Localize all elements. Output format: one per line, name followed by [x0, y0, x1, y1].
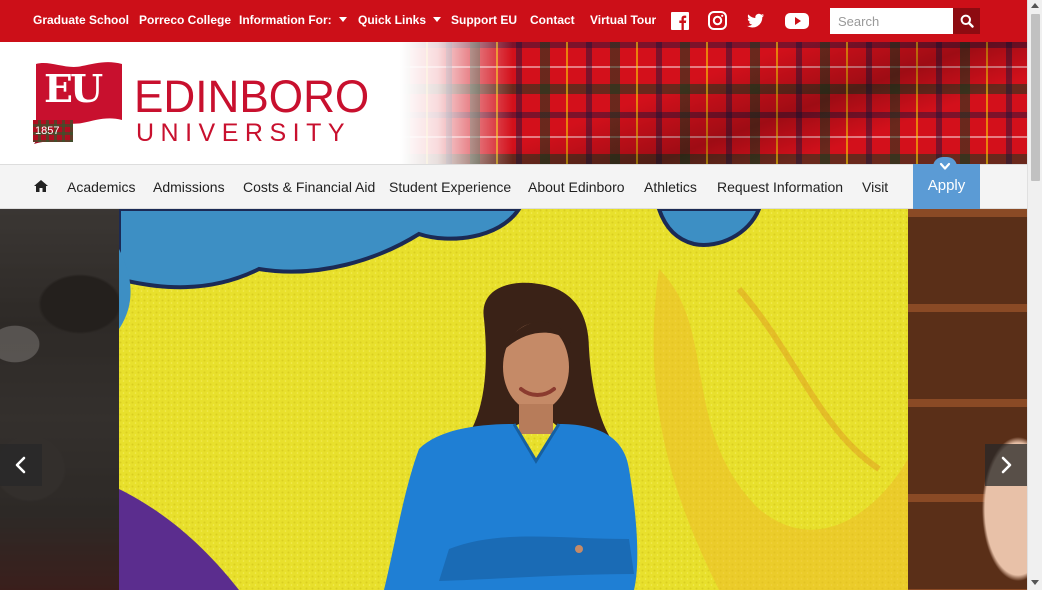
nav-item-academics[interactable]: Academics	[67, 179, 135, 195]
carousel-next-button[interactable]	[985, 444, 1027, 486]
search-button[interactable]	[953, 8, 980, 34]
top-utility-bar: Graduate School Porreco College Informat…	[0, 0, 1027, 42]
youtube-icon[interactable]	[785, 11, 809, 31]
top-link-virtual-tour[interactable]: Virtual Tour	[590, 13, 656, 27]
nav-item-admissions[interactable]: Admissions	[153, 179, 225, 195]
instagram-icon[interactable]	[707, 11, 729, 31]
main-navigation: Academics Admissions Costs & Financial A…	[0, 164, 1027, 209]
top-link-graduate-school[interactable]: Graduate School	[33, 13, 129, 27]
chevron-left-icon	[15, 456, 26, 474]
information-for-label: Information For:	[239, 13, 332, 27]
scrollbar-thumb[interactable]	[1031, 14, 1040, 181]
caret-down-icon	[433, 17, 442, 22]
carousel-previous-button[interactable]	[0, 444, 42, 486]
edinboro-university-logo[interactable]: EU 1857 EDINBORO UNIVERSITY	[30, 60, 375, 150]
mural-portrait-photo	[119, 209, 908, 590]
top-link-porreco-college[interactable]: Porreco College	[139, 13, 231, 27]
page-scrollbar[interactable]	[1027, 0, 1042, 590]
hero-slide-image	[119, 209, 908, 590]
logo-monogram: EU	[44, 66, 103, 111]
nav-item-costs-financial-aid[interactable]: Costs & Financial Aid	[243, 179, 375, 195]
chevron-right-icon	[1001, 456, 1012, 474]
caret-down-icon	[338, 17, 347, 22]
logo-year: 1857	[35, 125, 60, 137]
chevron-down-icon	[939, 162, 951, 170]
home-icon[interactable]	[33, 179, 49, 193]
hero-carousel	[0, 209, 1027, 590]
site-header: EU 1857 EDINBORO UNIVERSITY	[0, 42, 1027, 164]
nav-item-visit[interactable]: Visit	[862, 179, 888, 195]
top-link-support-eu[interactable]: Support EU	[451, 13, 517, 27]
logo-subname: UNIVERSITY	[136, 119, 352, 147]
logo-name: EDINBORO	[134, 71, 370, 122]
top-link-quick-links[interactable]: Quick Links	[358, 13, 442, 27]
scroll-up-arrow-icon[interactable]	[1031, 3, 1039, 8]
next-slide-image	[908, 209, 1027, 590]
top-link-information-for[interactable]: Information For:	[239, 13, 347, 27]
apply-label: Apply	[927, 177, 966, 194]
twitter-icon[interactable]	[745, 11, 767, 31]
nav-item-athletics[interactable]: Athletics	[644, 179, 697, 195]
quick-links-label: Quick Links	[358, 13, 427, 27]
nav-item-about-edinboro[interactable]: About Edinboro	[528, 179, 625, 195]
facebook-icon[interactable]	[670, 11, 692, 31]
apply-expand-toggle[interactable]	[933, 157, 957, 177]
nav-item-request-information[interactable]: Request Information	[717, 179, 843, 195]
scroll-down-arrow-icon[interactable]	[1031, 580, 1039, 585]
search-icon	[960, 14, 974, 28]
search-input[interactable]	[830, 8, 953, 34]
nav-item-student-experience[interactable]: Student Experience	[389, 179, 511, 195]
top-link-contact[interactable]: Contact	[530, 13, 575, 27]
